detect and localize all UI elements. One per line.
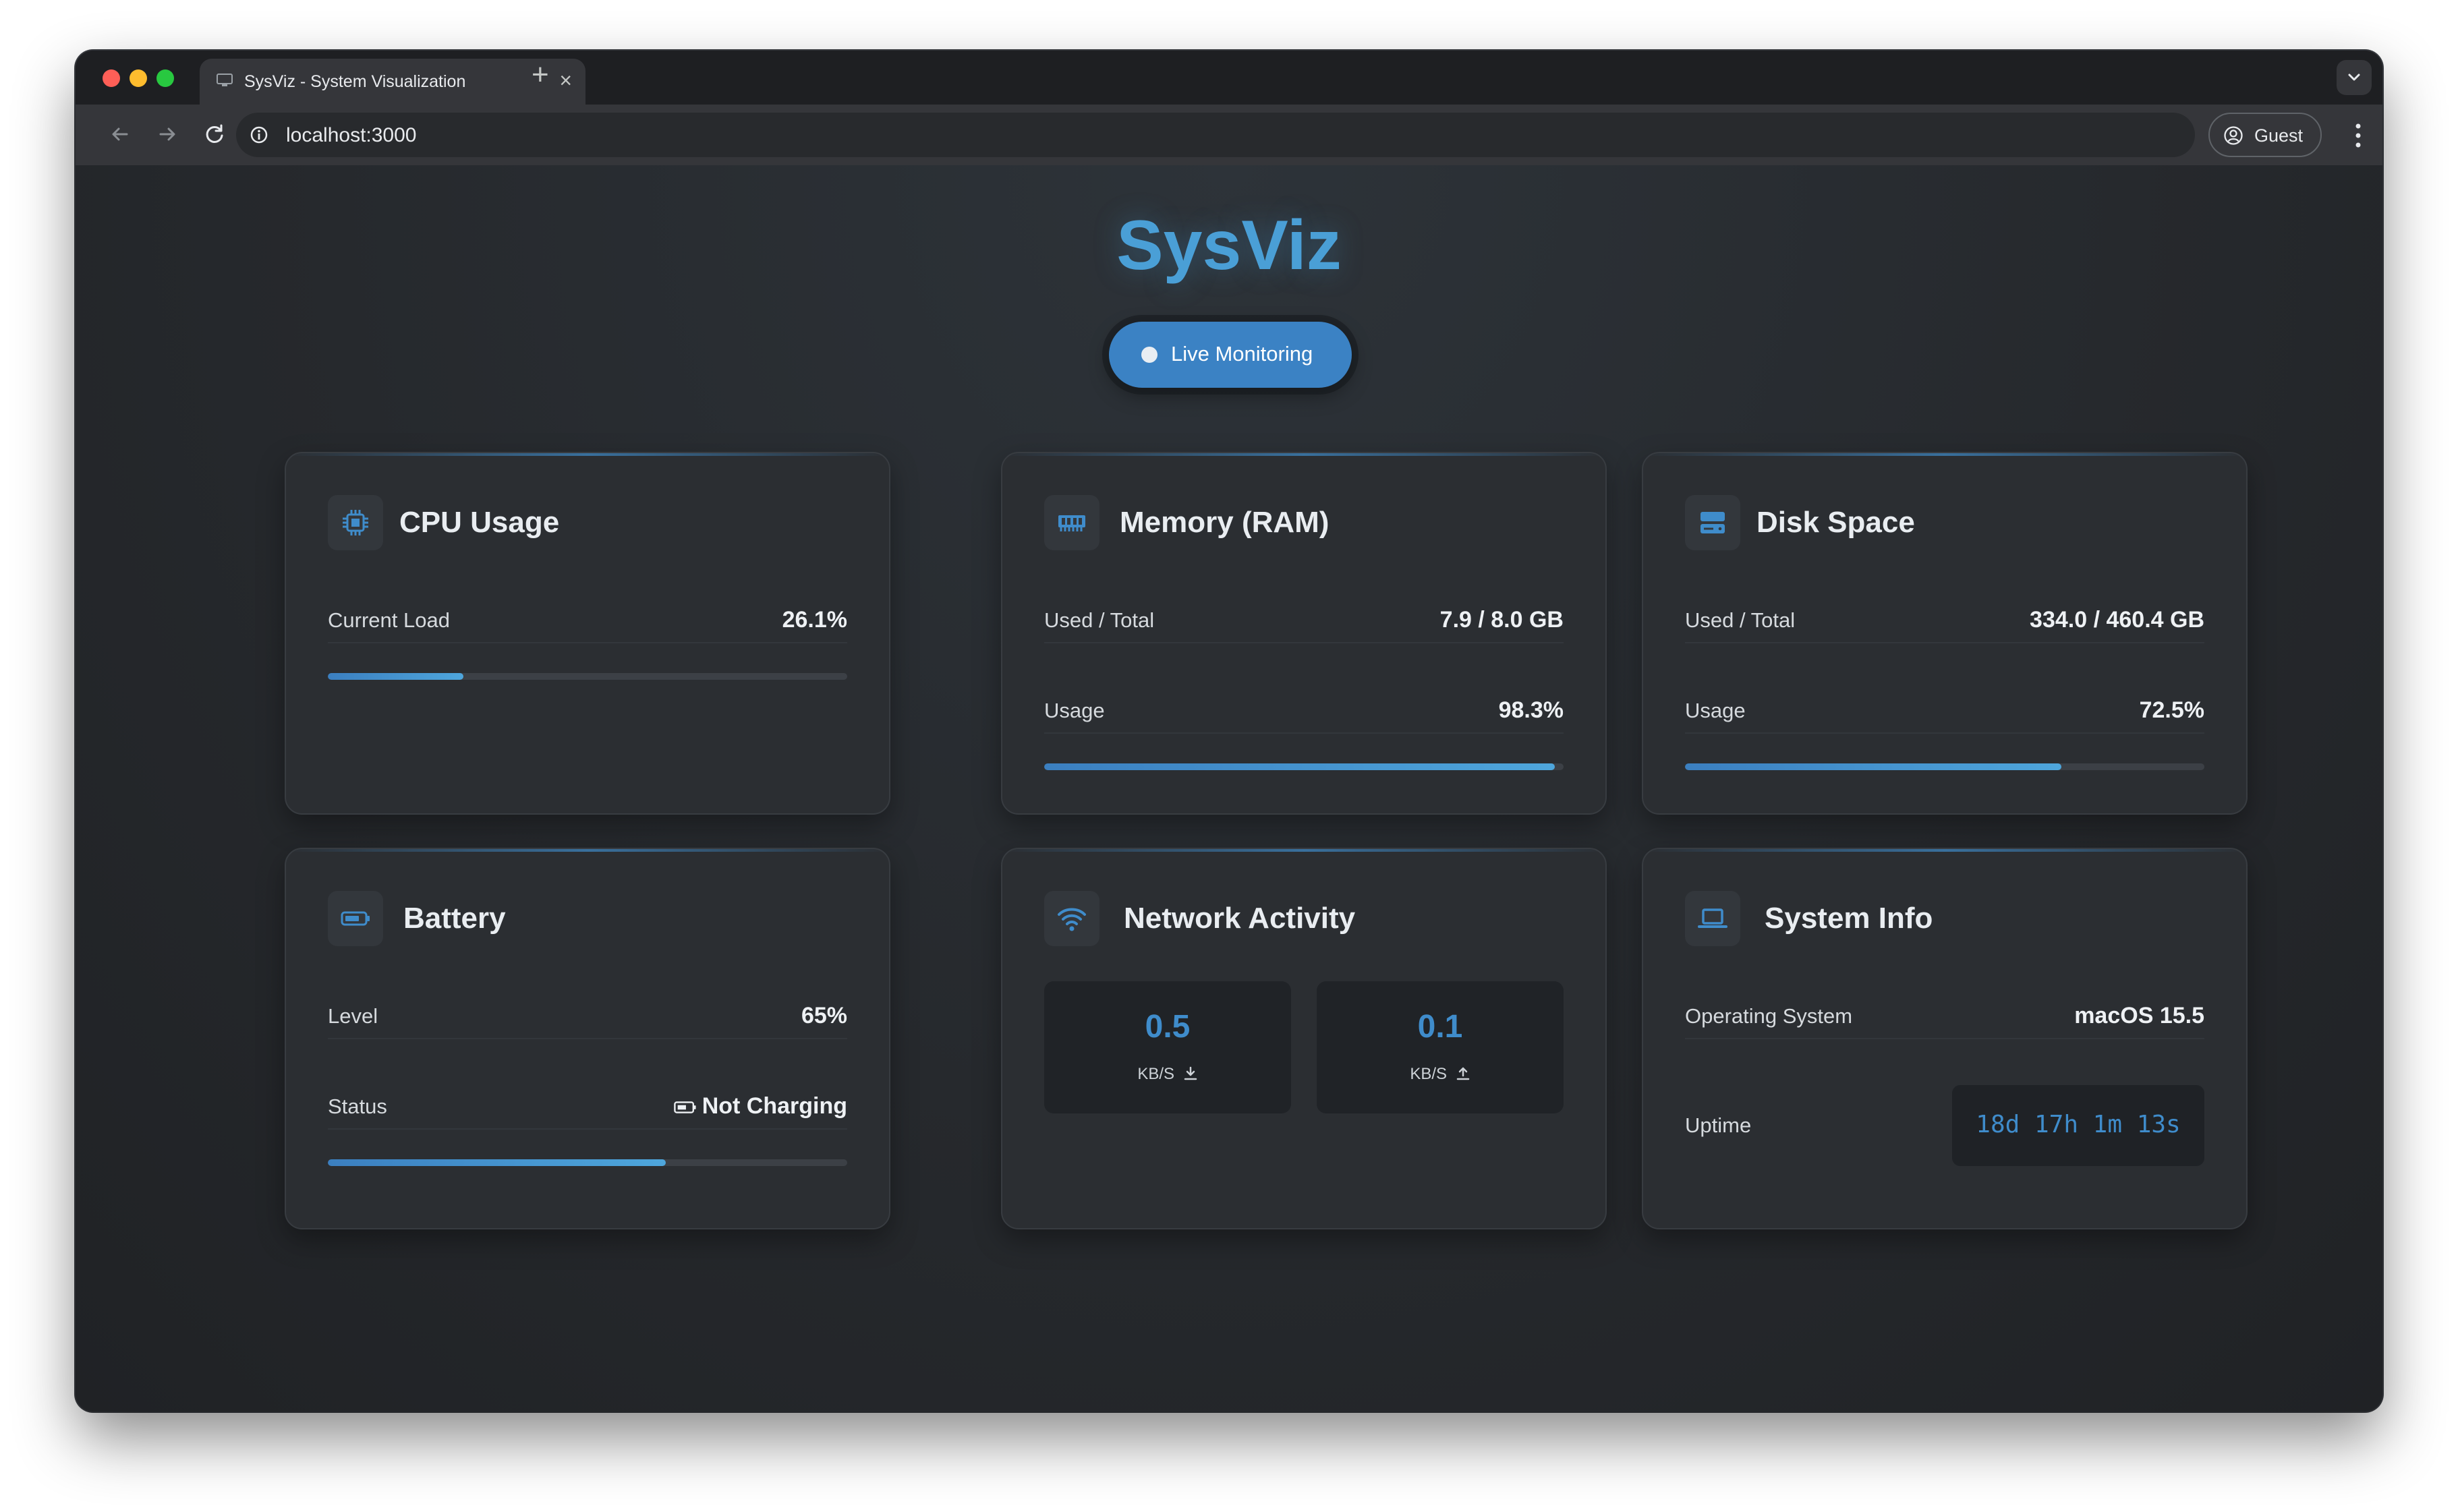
download-icon: [1184, 1066, 1197, 1080]
battery-progress-bar: [328, 1159, 847, 1166]
back-arrow-icon[interactable]: [107, 121, 134, 148]
battery-level-row: Level 65%: [328, 997, 847, 1039]
disk-usage-row: Usage 72.5%: [1685, 692, 2204, 734]
live-monitoring-button[interactable]: Live Monitoring: [1109, 322, 1352, 388]
network-card: Network Activity 0.5 KB/S 0.1 KB/S: [1001, 848, 1607, 1229]
battery-status-value-wrap: Not Charging: [673, 1093, 847, 1120]
battery-card: Battery Level 65% Status Not Charging: [285, 848, 890, 1229]
cpu-load-row: Current Load 26.1%: [328, 602, 847, 643]
download-unit: KB/S: [1137, 1065, 1175, 1083]
upload-unit: KB/S: [1410, 1065, 1448, 1083]
uptime-box: 18d 17h 1m 13s: [1952, 1085, 2204, 1166]
site-info-icon[interactable]: [250, 125, 268, 144]
cpu-progress-fill: [328, 673, 463, 680]
os-row: Operating System macOS 15.5: [1685, 997, 2204, 1039]
laptop-icon: [1698, 908, 1727, 928]
memory-icon-box: [1044, 495, 1099, 550]
memory-used-value: 7.9 / 8.0 GB: [1439, 607, 1564, 633]
battery-small-icon: [673, 1101, 696, 1113]
more-menu-icon[interactable]: [2354, 122, 2362, 149]
upload-box: 0.1 KB/S: [1317, 981, 1564, 1113]
battery-status-value: Not Charging: [702, 1093, 847, 1119]
user-circle-icon: [2224, 126, 2243, 145]
memory-progress-fill: [1044, 763, 1555, 770]
network-card-title: Network Activity: [1124, 902, 1356, 935]
disk-used-row: Used / Total 334.0 / 460.4 GB: [1685, 602, 2204, 643]
cpu-load-value: 26.1%: [782, 607, 847, 633]
battery-status-row: Status Not Charging: [328, 1088, 847, 1130]
battery-card-title: Battery: [403, 902, 506, 935]
disk-progress-bar: [1685, 763, 2204, 770]
new-tab-icon[interactable]: +: [532, 60, 549, 90]
live-monitoring-label: Live Monitoring: [1171, 342, 1313, 366]
page-content: SysViz Live Monitoring CPU Usage Current…: [76, 165, 2382, 1412]
disk-usage-label: Usage: [1685, 699, 1746, 722]
cpu-icon-box: [328, 495, 383, 550]
minimize-window-button[interactable]: [130, 69, 147, 87]
system-icon-box: [1685, 891, 1740, 946]
browser-toolbar: localhost:3000 Guest: [76, 105, 2382, 165]
memory-card: Memory (RAM) Used / Total 7.9 / 8.0 GB U…: [1001, 452, 1607, 815]
memory-usage-value: 98.3%: [1498, 697, 1564, 723]
close-window-button[interactable]: [103, 69, 120, 87]
battery-icon: [341, 911, 370, 926]
system-card-title: System Info: [1765, 902, 1933, 935]
url-text: localhost:3000: [286, 124, 417, 146]
address-bar[interactable]: localhost:3000: [236, 113, 2195, 157]
monitor-icon: [217, 74, 233, 86]
disk-usage-value: 72.5%: [2139, 697, 2204, 723]
disk-card-title: Disk Space: [1756, 506, 1915, 539]
upload-icon: [1456, 1067, 1469, 1080]
battery-status-label: Status: [328, 1095, 387, 1118]
disk-card: Disk Space Used / Total 334.0 / 460.4 GB…: [1642, 452, 2248, 815]
upload-value: 0.1: [1417, 1009, 1463, 1045]
disk-progress-fill: [1685, 763, 2062, 770]
battery-level-value: 65%: [801, 1003, 847, 1028]
disk-used-value: 334.0 / 460.4 GB: [2030, 607, 2204, 633]
download-box: 0.5 KB/S: [1044, 981, 1291, 1113]
live-status-dot: [1141, 347, 1157, 363]
app-title: SysViz: [1116, 206, 1342, 285]
disk-icon-box: [1685, 495, 1740, 550]
memory-progress-bar: [1044, 763, 1564, 770]
cpu-chip-icon: [343, 510, 368, 535]
guest-profile-button[interactable]: Guest: [2208, 113, 2322, 157]
browser-tab[interactable]: SysViz - System Visualization ×: [200, 59, 585, 105]
memory-module-icon: [1058, 515, 1085, 531]
uptime-value: 18d 17h 1m 13s: [1976, 1111, 2181, 1138]
cpu-card-title: CPU Usage: [399, 506, 560, 539]
battery-icon-box: [328, 891, 383, 946]
network-icon-box: [1044, 891, 1099, 946]
browser-window: SysViz - System Visualization × + localh…: [76, 51, 2382, 1412]
cpu-load-label: Current Load: [328, 608, 450, 632]
os-label: Operating System: [1685, 1004, 1853, 1028]
disk-used-label: Used / Total: [1685, 608, 1796, 632]
maximize-window-button[interactable]: [156, 69, 174, 87]
cpu-card: CPU Usage Current Load 26.1%: [285, 452, 890, 815]
download-value: 0.5: [1145, 1009, 1191, 1045]
forward-arrow-icon[interactable]: [154, 121, 181, 148]
tab-title: SysViz - System Visualization: [244, 72, 466, 91]
download-unit-wrap: KB/S: [1044, 1065, 1291, 1084]
memory-usage-label: Usage: [1044, 699, 1105, 722]
guest-label: Guest: [2254, 125, 2304, 146]
system-info-card: System Info Operating System macOS 15.5 …: [1642, 848, 2248, 1229]
memory-used-row: Used / Total 7.9 / 8.0 GB: [1044, 602, 1564, 643]
wifi-icon: [1058, 908, 1086, 931]
cpu-progress-bar: [328, 673, 847, 680]
reload-icon[interactable]: [201, 121, 228, 148]
hard-drive-icon: [1700, 512, 1725, 533]
tab-close-icon[interactable]: ×: [559, 69, 572, 91]
battery-progress-fill: [328, 1159, 666, 1166]
memory-used-label: Used / Total: [1044, 608, 1155, 632]
title-bar: SysViz - System Visualization × +: [76, 51, 2382, 105]
upload-unit-wrap: KB/S: [1317, 1065, 1564, 1084]
battery-level-label: Level: [328, 1004, 378, 1028]
os-value: macOS 15.5: [2074, 1003, 2204, 1028]
memory-card-title: Memory (RAM): [1120, 506, 1330, 539]
tab-search-button[interactable]: [2337, 60, 2372, 95]
chevron-down-icon: [2348, 74, 2360, 81]
uptime-label: Uptime: [1685, 1113, 1752, 1137]
memory-usage-row: Usage 98.3%: [1044, 692, 1564, 734]
